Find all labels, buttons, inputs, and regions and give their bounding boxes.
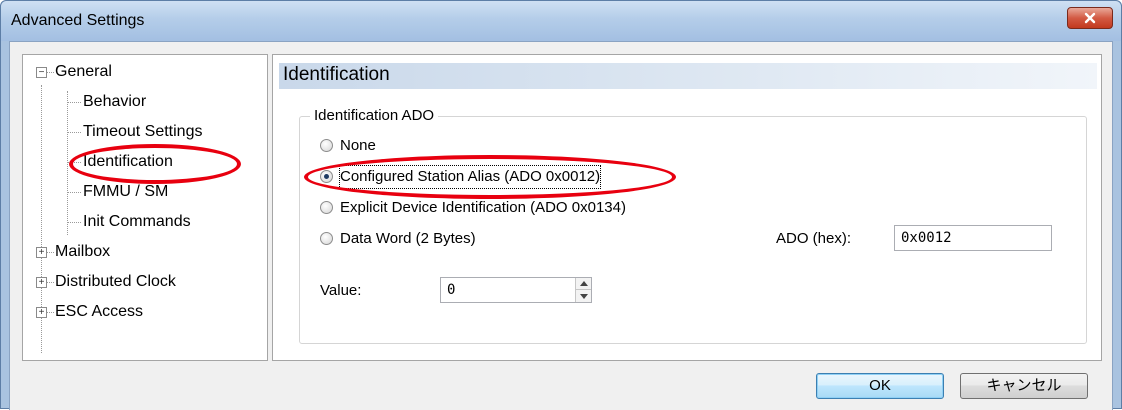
- tree-item-label: Distributed Clock: [55, 273, 176, 290]
- value-label: Value:: [320, 282, 362, 299]
- ado-hex-label: ADO (hex):: [776, 230, 852, 247]
- tree-item-label: General: [55, 63, 112, 80]
- expand-icon[interactable]: +: [36, 277, 47, 288]
- settings-tree[interactable]: − General Behavior Timeout Settings Iden…: [22, 54, 268, 361]
- tree-item-timeout-settings[interactable]: Timeout Settings: [83, 120, 202, 144]
- spin-down-button[interactable]: [576, 290, 591, 302]
- group-title: Identification ADO: [310, 107, 439, 124]
- tree-connector: [67, 222, 81, 223]
- spin-up-button[interactable]: [576, 278, 591, 290]
- tree-connector: [67, 162, 81, 163]
- tree-connector: [67, 192, 81, 193]
- tree-item-esc-access[interactable]: ESC Access: [55, 300, 143, 324]
- tree-item-label: Identification: [83, 153, 173, 170]
- tree-item-general[interactable]: General: [55, 60, 112, 84]
- value-text: 0: [447, 282, 456, 298]
- title-bar[interactable]: Advanced Settings: [1, 1, 1121, 41]
- advanced-settings-window: Advanced Settings − General Behavior Tim…: [0, 0, 1122, 410]
- tree-item-label: Init Commands: [83, 213, 191, 230]
- tree-item-label: ESC Access: [55, 303, 144, 320]
- collapse-icon[interactable]: −: [36, 67, 47, 78]
- tree-item-distributed-clock[interactable]: Distributed Clock: [55, 270, 176, 294]
- arrow-up-icon: [579, 281, 588, 286]
- radio-icon: [320, 201, 333, 214]
- tree-item-label: Behavior: [83, 93, 147, 110]
- tree-item-label: FMMU / SM: [83, 183, 169, 200]
- ado-hex-input[interactable]: 0x0012: [894, 225, 1052, 251]
- tree-connector: [46, 72, 54, 73]
- radio-label: None: [340, 137, 376, 154]
- tree-connector: [46, 252, 54, 253]
- tree-connector: [46, 312, 54, 313]
- close-button[interactable]: [1067, 7, 1113, 29]
- tree-item-fmmu-sm[interactable]: FMMU / SM: [83, 180, 168, 204]
- radio-icon: [320, 139, 333, 152]
- tree-item-identification[interactable]: Identification: [83, 150, 173, 174]
- arrow-down-icon: [579, 293, 588, 299]
- radio-icon: [320, 232, 333, 245]
- identification-ado-group: Identification ADO None Configured Stati…: [299, 107, 1087, 344]
- tree-item-label: Mailbox: [55, 243, 111, 260]
- radio-label: Explicit Device Identification (ADO 0x01…: [340, 199, 626, 216]
- tree-connector: [67, 102, 81, 103]
- tree-connector: [46, 282, 54, 283]
- value-spinbox[interactable]: 0: [440, 277, 592, 303]
- tree-item-init-commands[interactable]: Init Commands: [83, 210, 191, 234]
- cancel-button[interactable]: キャンセル: [960, 373, 1088, 399]
- expand-icon[interactable]: +: [36, 247, 47, 258]
- tree-connector: [67, 132, 81, 133]
- tree-item-behavior[interactable]: Behavior: [83, 90, 146, 114]
- dialog-client-area: − General Behavior Timeout Settings Iden…: [9, 41, 1113, 410]
- radio-label: Data Word (2 Bytes): [340, 230, 476, 247]
- identification-panel: Identification Identification ADO None C…: [272, 54, 1102, 361]
- ok-button[interactable]: OK: [816, 373, 944, 399]
- radio-checked-icon: [320, 170, 333, 183]
- tree-connector: [67, 91, 68, 235]
- tree-item-mailbox[interactable]: Mailbox: [55, 240, 110, 264]
- close-icon: [1084, 12, 1096, 24]
- tree-item-label: Timeout Settings: [83, 123, 203, 140]
- spin-buttons: [575, 278, 591, 302]
- radio-label: Configured Station Alias (ADO 0x0012): [338, 165, 602, 189]
- window-title: Advanced Settings: [11, 12, 145, 29]
- expand-icon[interactable]: +: [36, 307, 47, 318]
- panel-header: Identification: [279, 63, 1097, 89]
- panel-title: Identification: [283, 64, 390, 85]
